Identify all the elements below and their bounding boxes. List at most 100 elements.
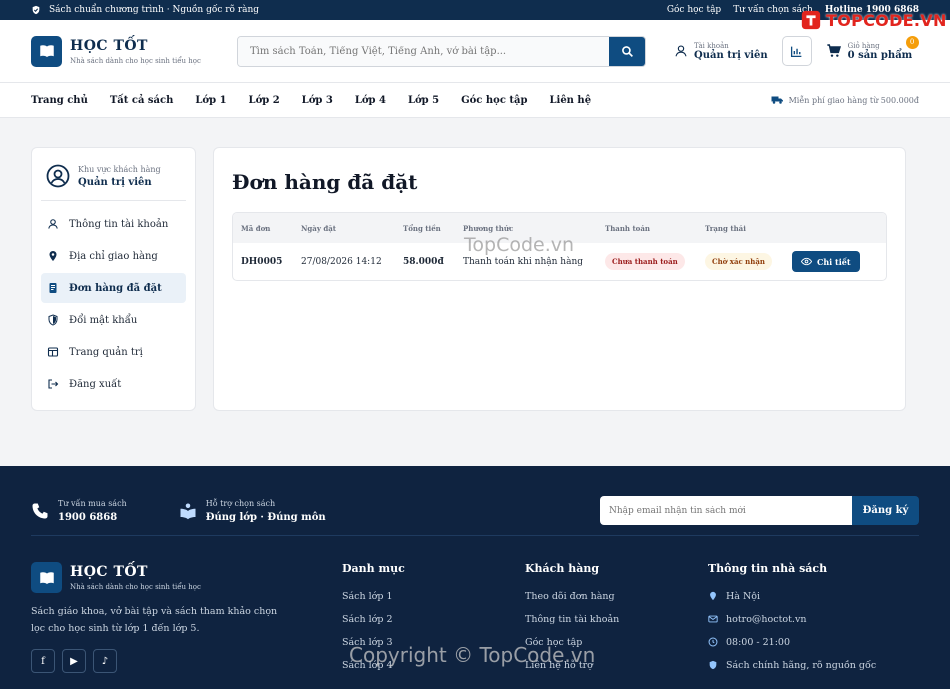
cart[interactable]: Giỏ hàng 0 sản phẩm 0 — [826, 35, 919, 61]
footer-brand: HỌC TỐT Nhà sách dành cho học sinh tiểu … — [31, 562, 342, 681]
shield-check-icon — [32, 5, 40, 15]
search-input[interactable] — [238, 36, 609, 66]
order-method: Thanh toán khi nhận hàng — [463, 256, 584, 267]
orders-panel: Đơn hàng đã đặt Mã đơn Ngày đặt Tổng tiề… — [213, 147, 906, 411]
newsletter-submit-button[interactable]: Đăng ký — [852, 496, 919, 525]
payment-status-badge: Chưa thanh toán — [605, 253, 685, 270]
footer-logo[interactable]: HỌC TỐT Nhà sách dành cho học sinh tiểu … — [31, 562, 342, 593]
search-icon — [621, 45, 633, 57]
copyright-watermark: Copyright © TopCode.vn — [349, 643, 596, 667]
mail-icon — [708, 615, 718, 623]
sidebar-user-name: Quản trị viên — [78, 176, 152, 188]
footer-link[interactable]: Sách lớp 1 — [342, 589, 525, 603]
col-status: Trạng thái — [705, 223, 746, 233]
user-icon — [675, 45, 687, 57]
topcode-logo-icon — [801, 10, 821, 30]
nav-grade-2[interactable]: Lớp 2 — [249, 95, 280, 106]
free-shipping-text: Miễn phí giao hàng từ 500.000đ — [788, 95, 919, 105]
sidebar-user: Khu vực khách hàng Quản trị viên — [41, 158, 186, 201]
cart-label: 0 sản phẩm — [847, 49, 913, 61]
nav-study-corner[interactable]: Góc học tập — [461, 95, 527, 106]
detail-button-label: Chi tiết — [817, 256, 851, 267]
col-order-id: Mã đơn — [241, 223, 271, 233]
search-button[interactable] — [609, 36, 645, 66]
account-menu[interactable]: Tài khoản Quản trị viên — [674, 42, 768, 61]
store-hours: 08:00 - 21:00 — [708, 635, 891, 649]
cart-caption: Giỏ hàng — [847, 41, 880, 50]
shield-icon — [709, 660, 717, 670]
order-id: DH0005 — [241, 256, 283, 267]
col-date: Ngày đặt — [301, 223, 336, 233]
nav-contact[interactable]: Liên hệ — [549, 95, 591, 106]
footer-col-title: Khách hàng — [525, 562, 600, 575]
facebook-icon[interactable]: f — [31, 649, 55, 673]
col-method: Phương thức — [463, 223, 514, 233]
sidebar-item-change-password[interactable]: Đổi mật khẩu — [41, 305, 186, 335]
store-address: Hà Nội — [708, 589, 891, 603]
phone-icon — [32, 503, 48, 518]
sidebar-item-orders[interactable]: Đơn hàng đã đặt — [41, 273, 186, 303]
nav-grade-3[interactable]: Lớp 3 — [302, 95, 333, 106]
footer-link[interactable]: Sách lớp 2 — [342, 612, 525, 626]
cart-icon — [826, 44, 841, 57]
contact1-caption: Tư vấn mua sách — [58, 498, 127, 508]
reading-icon — [180, 503, 196, 519]
center-watermark: TopCode.vn — [464, 234, 575, 256]
social-links: f ▶ ♪ — [31, 649, 342, 673]
layout-icon — [47, 347, 59, 357]
contact1-value: 1900 6868 — [58, 511, 118, 523]
store-guarantee-text: Sách chính hãng, rõ nguồn gốc — [726, 659, 877, 671]
sidebar-item-address[interactable]: Địa chỉ giao hàng — [41, 241, 186, 271]
col-payment: Thanh toán — [605, 223, 650, 233]
nav-grade-4[interactable]: Lớp 4 — [355, 95, 386, 106]
contact-book-help: Hỗ trợ chọn sách Đúng lớp · Đúng môn — [179, 499, 326, 523]
footer-link[interactable]: Theo dõi đơn hàng — [525, 589, 708, 603]
link-study-corner[interactable]: Góc học tập — [667, 5, 721, 15]
book-icon — [31, 35, 62, 67]
order-detail-button[interactable]: Chi tiết — [792, 251, 860, 272]
free-shipping-note: Miễn phí giao hàng từ 500.000đ — [771, 95, 919, 105]
user-circle-icon — [46, 164, 70, 188]
nav-home[interactable]: Trang chủ — [31, 95, 88, 106]
store-email[interactable]: hotro@hoctot.vn — [708, 612, 891, 626]
logo[interactable]: HỌC TỐT Nhà sách dành cho học sinh tiểu … — [31, 35, 237, 67]
nav-grade-5[interactable]: Lớp 5 — [408, 95, 439, 106]
nav-all-books[interactable]: Tất cả sách — [110, 95, 174, 106]
contact-hotline[interactable]: Tư vấn mua sách 1900 6868 — [31, 499, 127, 523]
sidebar-area-label: Khu vực khách hàng — [78, 164, 161, 174]
cart-count-badge: 0 — [905, 35, 919, 49]
sidebar-item-label: Đơn hàng đã đặt — [69, 282, 162, 294]
footer-col-title: Danh mục — [342, 562, 405, 575]
newsletter-email-input[interactable] — [600, 496, 852, 525]
receipt-icon — [49, 283, 57, 293]
sidebar-item-label: Đăng xuất — [69, 378, 122, 390]
page-title: Đơn hàng đã đặt — [232, 170, 418, 194]
tagline: Sách chuẩn chương trình · Nguồn gốc rõ r… — [49, 5, 260, 15]
footer-store-info: Thông tin nhà sách Hà Nội hotro@hoctot.v… — [708, 562, 891, 681]
contact2-value: Đúng lớp · Đúng môn — [205, 511, 326, 523]
store-guarantee: Sách chính hãng, rõ nguồn gốc — [708, 658, 891, 672]
footer-brand-slogan: Nhà sách dành cho học sinh tiểu học — [70, 583, 201, 591]
dashboard-button[interactable] — [781, 36, 812, 66]
sidebar-item-admin[interactable]: Trang quản trị — [41, 337, 186, 367]
footer-col-title: Thông tin nhà sách — [708, 562, 828, 575]
brand-name: HỌC TỐT — [70, 37, 148, 54]
brand-watermark-text: TOPCODE.VN — [826, 10, 947, 30]
location-pin-icon — [710, 591, 716, 601]
newsletter-form: Đăng ký — [600, 496, 919, 525]
store-hours-text: 08:00 - 21:00 — [726, 636, 791, 648]
store-email-text: hotro@hoctot.vn — [726, 613, 807, 625]
order-status-badge: Chờ xác nhận — [705, 253, 772, 270]
order-total: 58.000đ — [403, 256, 444, 267]
eye-icon — [801, 257, 812, 266]
nav-grade-1[interactable]: Lớp 1 — [195, 95, 226, 106]
youtube-icon[interactable]: ▶ — [62, 649, 86, 673]
col-total: Tổng tiền — [403, 223, 441, 233]
footer-link[interactable]: Thông tin tài khoản — [525, 612, 708, 626]
bar-chart-icon — [791, 46, 802, 57]
book-icon — [31, 562, 62, 593]
sidebar-item-logout[interactable]: Đăng xuất — [41, 369, 186, 399]
sidebar-item-label: Đổi mật khẩu — [69, 314, 138, 326]
sidebar-item-account-info[interactable]: Thông tin tài khoản — [41, 209, 186, 239]
tiktok-icon[interactable]: ♪ — [93, 649, 117, 673]
